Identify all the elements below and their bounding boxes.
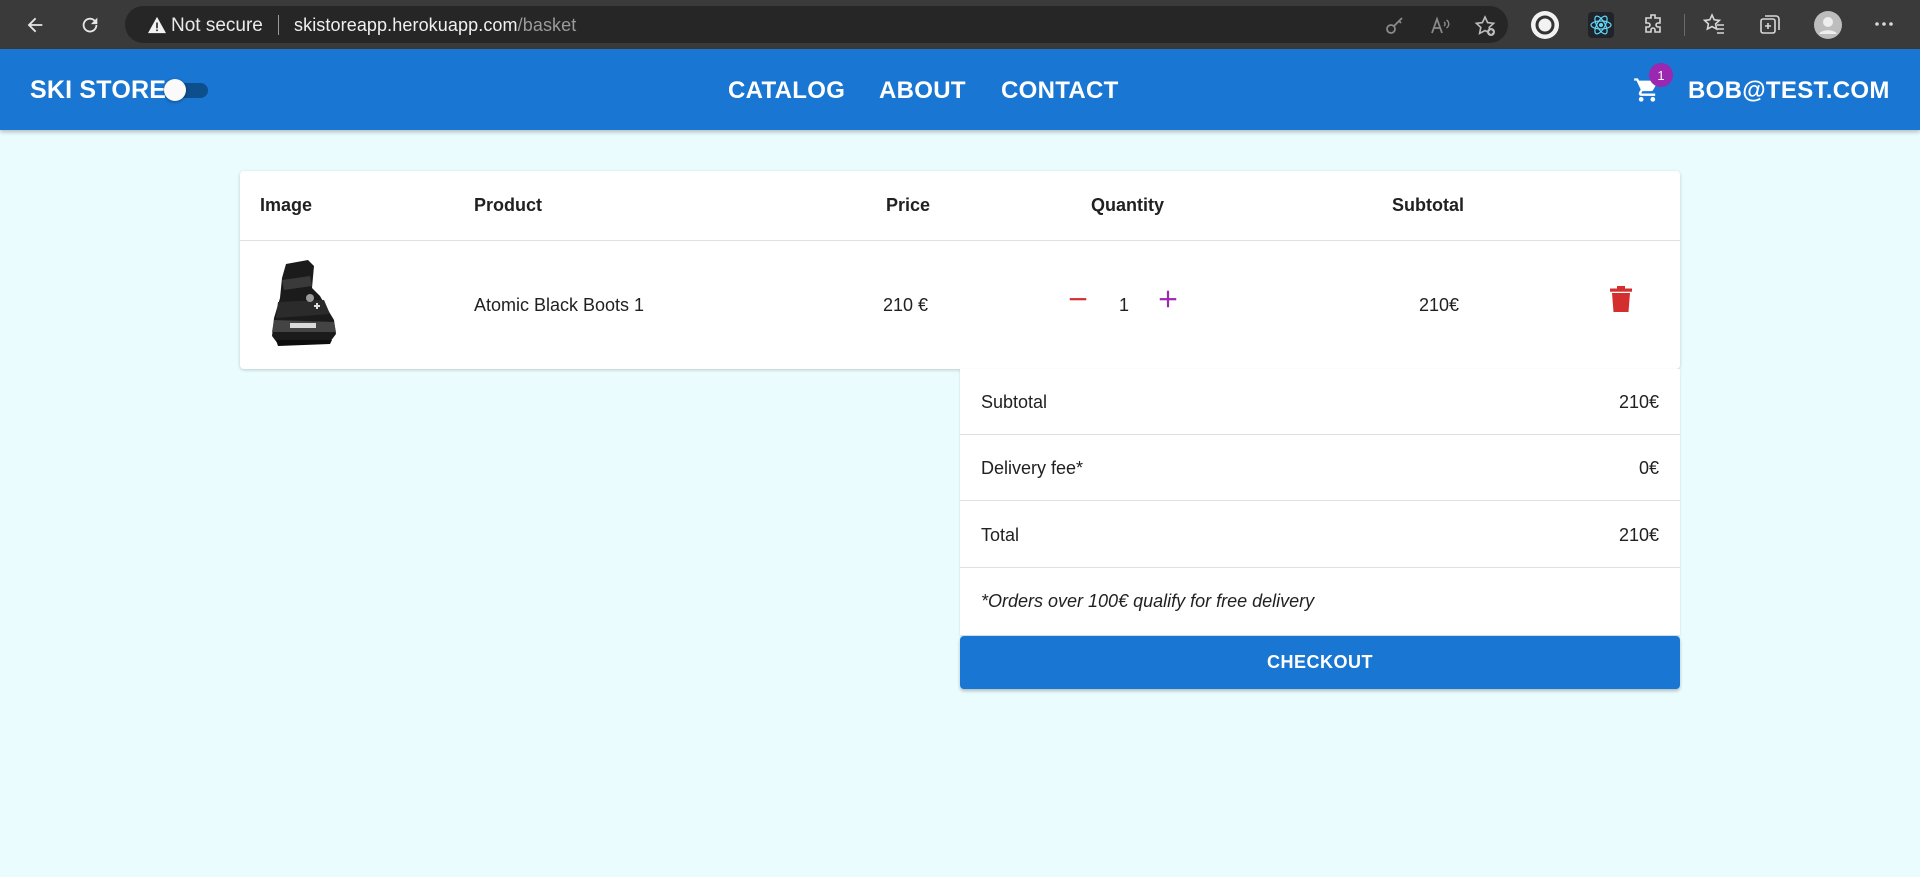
- remove-item-button[interactable]: [1605, 283, 1637, 315]
- address-separator: [278, 15, 279, 35]
- address-bar[interactable]: Not secure skistoreapp.herokuapp.com/bas…: [125, 6, 1508, 43]
- basket-table: Image Product Price Quantity Subtotal At…: [240, 171, 1680, 369]
- nav-about[interactable]: ABOUT: [879, 77, 966, 105]
- security-label: Not secure: [171, 15, 263, 36]
- order-summary: Subtotal 210€ Delivery fee* 0€ Total 210…: [960, 369, 1680, 635]
- user-menu[interactable]: BOB@TEST.COM: [1688, 77, 1890, 105]
- nav-catalog[interactable]: CATALOG: [728, 77, 845, 105]
- toggle-thumb: [164, 79, 186, 101]
- delivery-note: *Orders over 100€ qualify for free deliv…: [981, 591, 1315, 611]
- summary-total-label: Total: [981, 525, 1020, 545]
- favorites-icon[interactable]: [1702, 12, 1726, 36]
- add-favorite-icon[interactable]: [1473, 14, 1497, 38]
- summary-delivery-value: 0€: [1638, 458, 1659, 478]
- summary-subtotal-row: Subtotal 210€: [960, 369, 1680, 435]
- extensions-puzzle-icon[interactable]: [1642, 12, 1666, 36]
- extension-circle-icon[interactable]: [1530, 10, 1560, 40]
- col-header-subtotal: Subtotal: [1392, 195, 1464, 215]
- plus-icon: [1159, 290, 1177, 308]
- back-icon[interactable]: [17, 7, 53, 43]
- browser-toolbar: Not secure skistoreapp.herokuapp.com/bas…: [0, 0, 1920, 49]
- more-menu-icon[interactable]: [1872, 12, 1896, 36]
- dark-mode-toggle[interactable]: [164, 79, 210, 101]
- profile-avatar-icon[interactable]: [1813, 10, 1843, 40]
- brand-title: SKI STORE: [30, 76, 167, 104]
- summary-total-row: Total 210€: [960, 502, 1680, 568]
- item-subtotal: 210€: [1419, 295, 1460, 315]
- app-header: SKI STORE CATALOG ABOUT CONTACT 1 BOB@TE…: [0, 49, 1920, 130]
- boot-image: [272, 260, 336, 346]
- increase-quantity-button[interactable]: [1153, 284, 1183, 314]
- summary-note-row: *Orders over 100€ qualify for free deliv…: [960, 568, 1680, 634]
- react-devtools-icon[interactable]: [1588, 12, 1614, 38]
- product-name: Atomic Black Boots 1: [474, 295, 645, 315]
- quantity-value: 1: [1119, 295, 1130, 315]
- url-path: /basket: [517, 15, 577, 35]
- summary-total-value: 210€: [1618, 525, 1659, 545]
- header-divider: [240, 240, 1680, 241]
- col-header-image: Image: [260, 195, 313, 215]
- minus-icon: [1069, 298, 1087, 301]
- summary-subtotal-value: 210€: [1618, 392, 1659, 412]
- url-host: skistoreapp.herokuapp.com: [294, 15, 518, 35]
- trash-icon: [1610, 286, 1632, 312]
- refresh-icon[interactable]: [72, 7, 108, 43]
- warning-icon: [148, 16, 166, 34]
- key-icon[interactable]: [1383, 14, 1407, 38]
- col-header-product: Product: [474, 195, 543, 215]
- decrease-quantity-button[interactable]: [1063, 284, 1093, 314]
- nav-contact[interactable]: CONTACT: [1001, 77, 1119, 105]
- url-text: skistoreapp.herokuapp.com/basket: [294, 15, 576, 36]
- read-aloud-icon[interactable]: [1428, 14, 1452, 38]
- summary-delivery-label: Delivery fee*: [981, 458, 1084, 478]
- collections-icon[interactable]: [1758, 12, 1782, 36]
- toolbar-separator: [1684, 14, 1685, 36]
- product-price: 210 €: [883, 295, 929, 315]
- col-header-price: Price: [886, 195, 931, 215]
- summary-delivery-row: Delivery fee* 0€: [960, 435, 1680, 501]
- col-header-quantity: Quantity: [1091, 195, 1165, 215]
- checkout-button[interactable]: CHECKOUT: [960, 636, 1680, 689]
- cart-badge: 1: [1649, 63, 1673, 87]
- summary-subtotal-label: Subtotal: [981, 392, 1048, 412]
